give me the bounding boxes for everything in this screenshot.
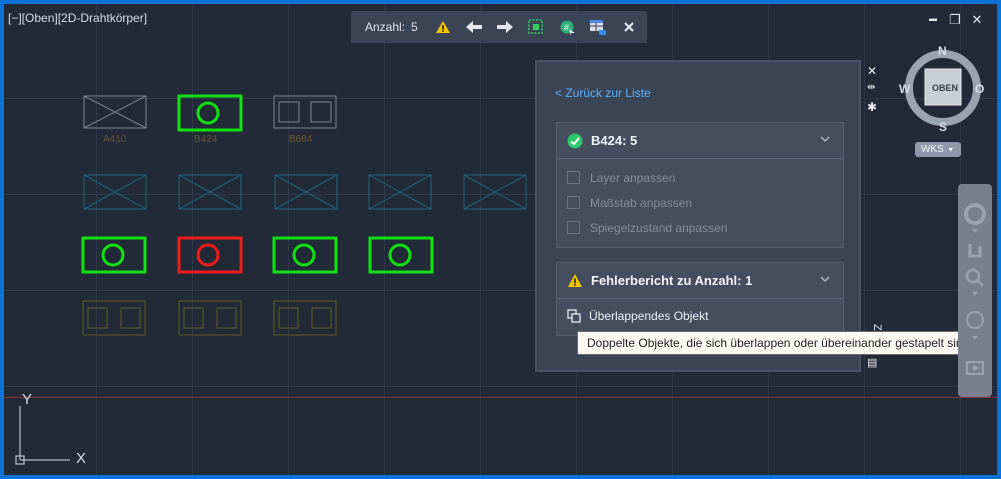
create-table-button[interactable]: [583, 15, 614, 39]
ucs-icon: Y X: [15, 391, 86, 467]
next-button[interactable]: [490, 15, 521, 39]
drawing-viewport[interactable]: [−][Oben][2D-Drahtkörper] ▬ ❐ ✕ A410 B42…: [4, 4, 997, 475]
steering-wheel-icon[interactable]: [964, 203, 986, 225]
check-circle-icon: [567, 133, 583, 148]
error-report-title: Fehlerbericht zu Anzahl: 1: [591, 273, 753, 288]
ucs-x-label: X: [76, 450, 86, 467]
auto-hide-icon[interactable]: ⇹: [867, 82, 875, 93]
navigation-bar: [958, 184, 992, 397]
overlapping-object-label: Überlappendes Objekt: [589, 309, 709, 323]
previous-button[interactable]: [459, 15, 490, 39]
option-match-layer[interactable]: Layer anpassen: [557, 165, 843, 190]
back-to-list-link[interactable]: < Zurück zur Liste: [555, 86, 651, 100]
compass-west[interactable]: W: [899, 82, 911, 96]
warning-icon: [568, 274, 582, 287]
compass-north[interactable]: N: [938, 44, 947, 58]
chevron-down-icon[interactable]: [819, 134, 831, 144]
orbit-icon[interactable]: [966, 311, 984, 329]
match-scale-label: Maßstab anpassen: [590, 195, 693, 210]
block-count-section: B424: 5 Layer anpassen Maßstab anpassen …: [556, 122, 844, 248]
wcs-dropdown[interactable]: WKS ▾: [915, 142, 961, 157]
block-b684[interactable]: [273, 95, 337, 129]
close-palette-icon[interactable]: ✕: [867, 64, 877, 78]
warning-button[interactable]: [428, 15, 459, 39]
arrow-left-icon: [466, 21, 483, 33]
match-scale-checkbox[interactable]: [567, 196, 580, 209]
block-b424-instance-4[interactable]: [368, 236, 434, 274]
block-b424-selected[interactable]: [177, 94, 243, 132]
counter-field-icon: #: [560, 20, 576, 36]
block-row-crossed[interactable]: [83, 174, 527, 210]
chevron-down-icon: ▾: [948, 145, 953, 154]
block-b424-error-instance[interactable]: [177, 236, 243, 274]
navigation-bar-icons: [964, 203, 986, 375]
overlap-tooltip: Doppelte Objekte, die sich überlappen od…: [577, 331, 975, 355]
count-label: Anzahl:: [365, 20, 406, 34]
block-row-double-squares[interactable]: [82, 300, 337, 336]
overlap-icon: [567, 309, 581, 323]
option-match-mirror[interactable]: Spiegelzustand anpassen: [557, 215, 843, 240]
error-report-section: Fehlerbericht zu Anzahl: 1 Überlappendes…: [556, 262, 844, 336]
error-report-header[interactable]: Fehlerbericht zu Anzahl: 1: [557, 263, 843, 299]
warning-icon: [436, 21, 451, 33]
insert-counter-button[interactable]: #: [552, 15, 583, 39]
compass-east[interactable]: O: [975, 82, 984, 96]
compass-south[interactable]: S: [939, 120, 947, 134]
block-count-title: B424: 5: [591, 133, 638, 148]
arrow-right-icon: [497, 21, 514, 33]
match-layer-label: Layer anpassen: [590, 170, 676, 185]
pan-hand-icon[interactable]: [968, 244, 982, 258]
count-value: 5: [411, 20, 418, 34]
x-axis-line: [4, 397, 997, 398]
block-b424-instance-1[interactable]: [81, 236, 147, 274]
count-palette: < Zurück zur Liste B424: 5 Layer anpasse…: [535, 60, 861, 372]
close-toolbar-button[interactable]: [614, 15, 645, 39]
overlapping-object-item[interactable]: Überlappendes Objekt: [557, 299, 843, 333]
block-a410[interactable]: [83, 95, 147, 129]
palette-menu-icon[interactable]: ▤: [867, 356, 877, 369]
count-toolbar: Anzahl: 5 #: [351, 11, 647, 43]
block-label-a410: A410: [103, 134, 127, 145]
ucs-y-label: Y: [22, 391, 32, 408]
wcs-label: WKS: [921, 144, 944, 155]
match-mirror-label: Spiegelzustand anpassen: [590, 220, 728, 235]
table-icon: [590, 20, 607, 35]
viewcube-face-label: OBEN: [932, 83, 958, 93]
block-count-header[interactable]: B424: 5: [557, 123, 843, 159]
block-label-b424: B424: [194, 134, 218, 145]
block-label-b684: B684: [289, 134, 313, 145]
palette-title-strip: ✕ ⇹ ✱ ZAHL ▤: [865, 64, 883, 376]
block-b424-instance-3[interactable]: [272, 236, 338, 274]
match-mirror-checkbox[interactable]: [567, 221, 580, 234]
zoom-selection-button[interactable]: [521, 15, 552, 39]
chevron-down-icon[interactable]: [819, 274, 831, 284]
option-match-scale[interactable]: Maßstab anpassen: [557, 190, 843, 215]
close-icon: [624, 22, 634, 32]
zoom-extents-icon: [528, 19, 543, 34]
match-layer-checkbox[interactable]: [567, 171, 580, 184]
viewcube[interactable]: OBEN N S W O: [895, 40, 991, 136]
properties-gear-icon[interactable]: ✱: [867, 100, 877, 114]
svg-text:#: #: [564, 23, 569, 33]
